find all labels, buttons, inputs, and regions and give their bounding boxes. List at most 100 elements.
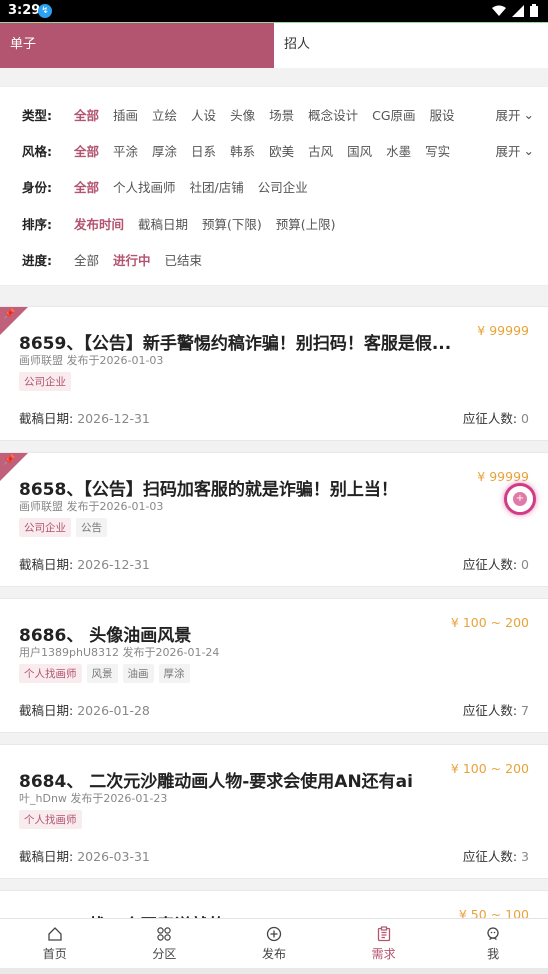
tag: 公告 bbox=[76, 518, 107, 537]
expand-label: 展开 bbox=[495, 108, 521, 123]
card-deadline: 截稿日期: 2026-12-31 bbox=[19, 554, 150, 573]
card-meta: 用户1389phU8312 发布于2026-01-24 bbox=[19, 646, 220, 659]
card-title: 8684、 二次元沙雕动画人物-要求会使用AN还有ai bbox=[19, 772, 413, 792]
filter-option[interactable]: 服设 bbox=[430, 105, 455, 124]
chevron-down-icon: ⌄ bbox=[523, 107, 534, 122]
applicants-value: 3 bbox=[521, 849, 529, 864]
card-tags: 个人找画师 bbox=[19, 810, 82, 829]
applicants-value: 0 bbox=[521, 411, 529, 426]
deadline-label: 截稿日期: bbox=[19, 849, 74, 864]
tab-recruit[interactable]: 招人 bbox=[274, 23, 548, 68]
filter-option[interactable]: 全部 bbox=[74, 105, 99, 124]
filter-option[interactable]: 厚涂 bbox=[152, 141, 177, 160]
signal-icon bbox=[512, 4, 524, 17]
filter-option[interactable]: 预算(下限) bbox=[202, 214, 262, 233]
card-price: ¥ 100 ~ 200 bbox=[450, 615, 529, 630]
filter-option[interactable]: 韩系 bbox=[230, 141, 255, 160]
applicants-label: 应征人数: bbox=[462, 703, 518, 718]
nav-item[interactable]: 分区 bbox=[110, 919, 220, 968]
card-applicants: 应征人数: 0 bbox=[463, 408, 529, 427]
request-card[interactable]: 8686、 头像油画风景 ¥ 100 ~ 200 用户1389phU8312 发布于… bbox=[0, 598, 548, 733]
gesture-bar bbox=[0, 968, 548, 974]
request-card[interactable]: 📌 8658、【公告】扫码加客服的就是诈骗！别上当！ ¥ 99999 画师联盟 发布于… bbox=[0, 452, 548, 587]
nav-label: 我 bbox=[487, 946, 500, 961]
card-price: ¥ 99999 bbox=[477, 469, 529, 484]
filter-label: 进度: bbox=[22, 252, 52, 268]
nav-label: 首页 bbox=[42, 946, 67, 961]
card-deadline: 截稿日期: 2026-01-28 bbox=[19, 700, 150, 719]
filter-option[interactable]: 欧美 bbox=[269, 141, 294, 160]
tab-orders[interactable]: 单子 bbox=[0, 23, 274, 68]
filter-option[interactable]: 头像 bbox=[230, 105, 255, 124]
filter-option[interactable]: 人设 bbox=[191, 105, 216, 124]
applicants-value: 0 bbox=[521, 557, 529, 572]
filter-option[interactable]: 水墨 bbox=[386, 141, 411, 160]
category-icon bbox=[157, 926, 172, 941]
deadline-value: 2026-12-31 bbox=[77, 557, 150, 572]
chevron-down-icon: ⌄ bbox=[523, 143, 534, 158]
filter-option[interactable]: 个人找画师 bbox=[113, 177, 176, 196]
request-card[interactable]: 8676、 找一个画表说就的¥ 50 ~ 100 bbox=[0, 890, 548, 936]
deadline-value: 2026-01-28 bbox=[77, 703, 150, 718]
filter-option[interactable]: 进行中 bbox=[113, 250, 151, 269]
tag: 公司企业 bbox=[19, 372, 71, 391]
filter-option[interactable]: 日系 bbox=[191, 141, 216, 160]
filter-option[interactable]: 已结束 bbox=[165, 250, 203, 269]
card-price: ¥ 100 ~ 200 bbox=[450, 761, 529, 776]
filter-label: 排序: bbox=[22, 216, 52, 232]
filter-option[interactable]: 全部 bbox=[74, 250, 99, 269]
tag: 风景 bbox=[86, 664, 118, 683]
filter-option[interactable]: 概念设计 bbox=[308, 105, 358, 124]
card-meta: 画师联盟 发布于2026-01-03 bbox=[19, 354, 164, 367]
floating-action-button[interactable]: + bbox=[504, 483, 536, 515]
pin-icon: 📌 bbox=[3, 455, 16, 466]
applicants-label: 应征人数: bbox=[462, 557, 518, 572]
tag: 个人找画师 bbox=[19, 664, 82, 683]
card-tags: 公司企业 公告 bbox=[19, 518, 107, 537]
tag: 油画 bbox=[122, 664, 154, 683]
tag: 厚涂 bbox=[158, 664, 190, 683]
nav-item[interactable]: 发布 bbox=[219, 919, 329, 968]
tag: 公司企业 bbox=[19, 518, 71, 537]
clipboard-icon bbox=[377, 925, 390, 941]
filter-option[interactable]: 全部 bbox=[74, 177, 99, 196]
filter-option[interactable]: 社团/店铺 bbox=[190, 177, 244, 196]
applicants-label: 应征人数: bbox=[462, 411, 518, 426]
filter-label: 类型: bbox=[22, 107, 52, 123]
filter-option[interactable]: 发布时间 bbox=[74, 214, 124, 233]
filter-option[interactable]: 截稿日期 bbox=[138, 214, 188, 233]
status-bar: 3:29 ↯ bbox=[0, 0, 548, 22]
card-applicants: 应征人数: 3 bbox=[463, 846, 529, 865]
filter-option[interactable]: 立绘 bbox=[152, 105, 177, 124]
filter-option[interactable]: 写实 bbox=[425, 141, 450, 160]
filter-label: 身份: bbox=[22, 179, 52, 195]
card-title: 8659、【公告】新手警惕约稿诈骗！别扫码！客服是假... bbox=[19, 334, 452, 354]
nav-item[interactable]: 首页 bbox=[0, 919, 110, 968]
system-icons bbox=[492, 4, 538, 17]
nav-item[interactable]: 需求 bbox=[329, 919, 439, 968]
filter-label: 风格: bbox=[22, 143, 52, 159]
card-title: 8658、【公告】扫码加客服的就是诈骗！别上当！ bbox=[19, 480, 398, 500]
deadline-label: 截稿日期: bbox=[19, 703, 74, 718]
filter-option[interactable]: 场景 bbox=[269, 105, 294, 124]
filter-option[interactable]: 古风 bbox=[308, 141, 333, 160]
request-card[interactable]: 8684、 二次元沙雕动画人物-要求会使用AN还有ai ¥ 100 ~ 200 叶_… bbox=[0, 744, 548, 879]
filter-option[interactable]: 插画 bbox=[113, 105, 138, 124]
tag: 个人找画师 bbox=[19, 810, 82, 829]
filter-option[interactable]: CG原画 bbox=[372, 105, 415, 124]
card-meta: 叶_hDnw 发布于2026-01-23 bbox=[19, 792, 168, 805]
filter-row: 类型: 全部 插画 立绘 人设 头像 场景 概念设计 CG原画 服设 bbox=[22, 104, 469, 124]
filter-option[interactable]: 预算(上限) bbox=[276, 214, 336, 233]
filter-option[interactable]: 国风 bbox=[347, 141, 372, 160]
request-card[interactable]: 📌 8659、【公告】新手警惕约稿诈骗！别扫码！客服是假... ¥ 99999 画师联… bbox=[0, 306, 548, 441]
card-title: 8686、 头像油画风景 bbox=[19, 626, 192, 646]
filter-row: 身份: 全部 个人找画师 社团/店铺 公司企业 bbox=[22, 176, 322, 196]
filter-option[interactable]: 公司企业 bbox=[258, 177, 308, 196]
nav-label: 需求 bbox=[371, 946, 396, 961]
expand-button[interactable]: 展开 ⌄ bbox=[496, 105, 535, 124]
nav-item[interactable]: 我 bbox=[438, 919, 548, 968]
expand-button[interactable]: 展开 ⌄ bbox=[496, 141, 535, 160]
filter-option[interactable]: 全部 bbox=[74, 141, 99, 160]
filter-option[interactable]: 平涂 bbox=[113, 141, 138, 160]
card-tags: 公司企业 bbox=[19, 372, 71, 391]
